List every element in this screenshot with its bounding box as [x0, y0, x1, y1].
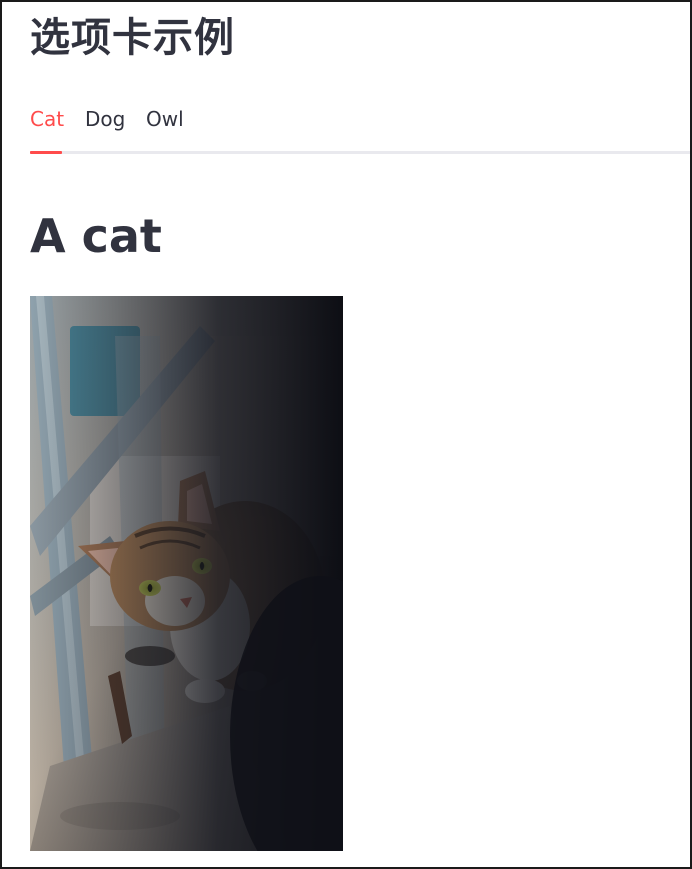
tab-underline-track [30, 151, 690, 154]
section-heading: A cat [30, 209, 162, 263]
cat-photo [30, 296, 343, 851]
app-window: 选项卡示例 Cat Dog Owl A cat [0, 0, 692, 869]
tab-bar: Cat Dog Owl [30, 98, 690, 154]
tab-owl[interactable]: Owl [146, 104, 186, 154]
tab-dog[interactable]: Dog [85, 104, 125, 154]
tab-cat[interactable]: Cat [30, 104, 64, 154]
page-title: 选项卡示例 [30, 15, 235, 61]
